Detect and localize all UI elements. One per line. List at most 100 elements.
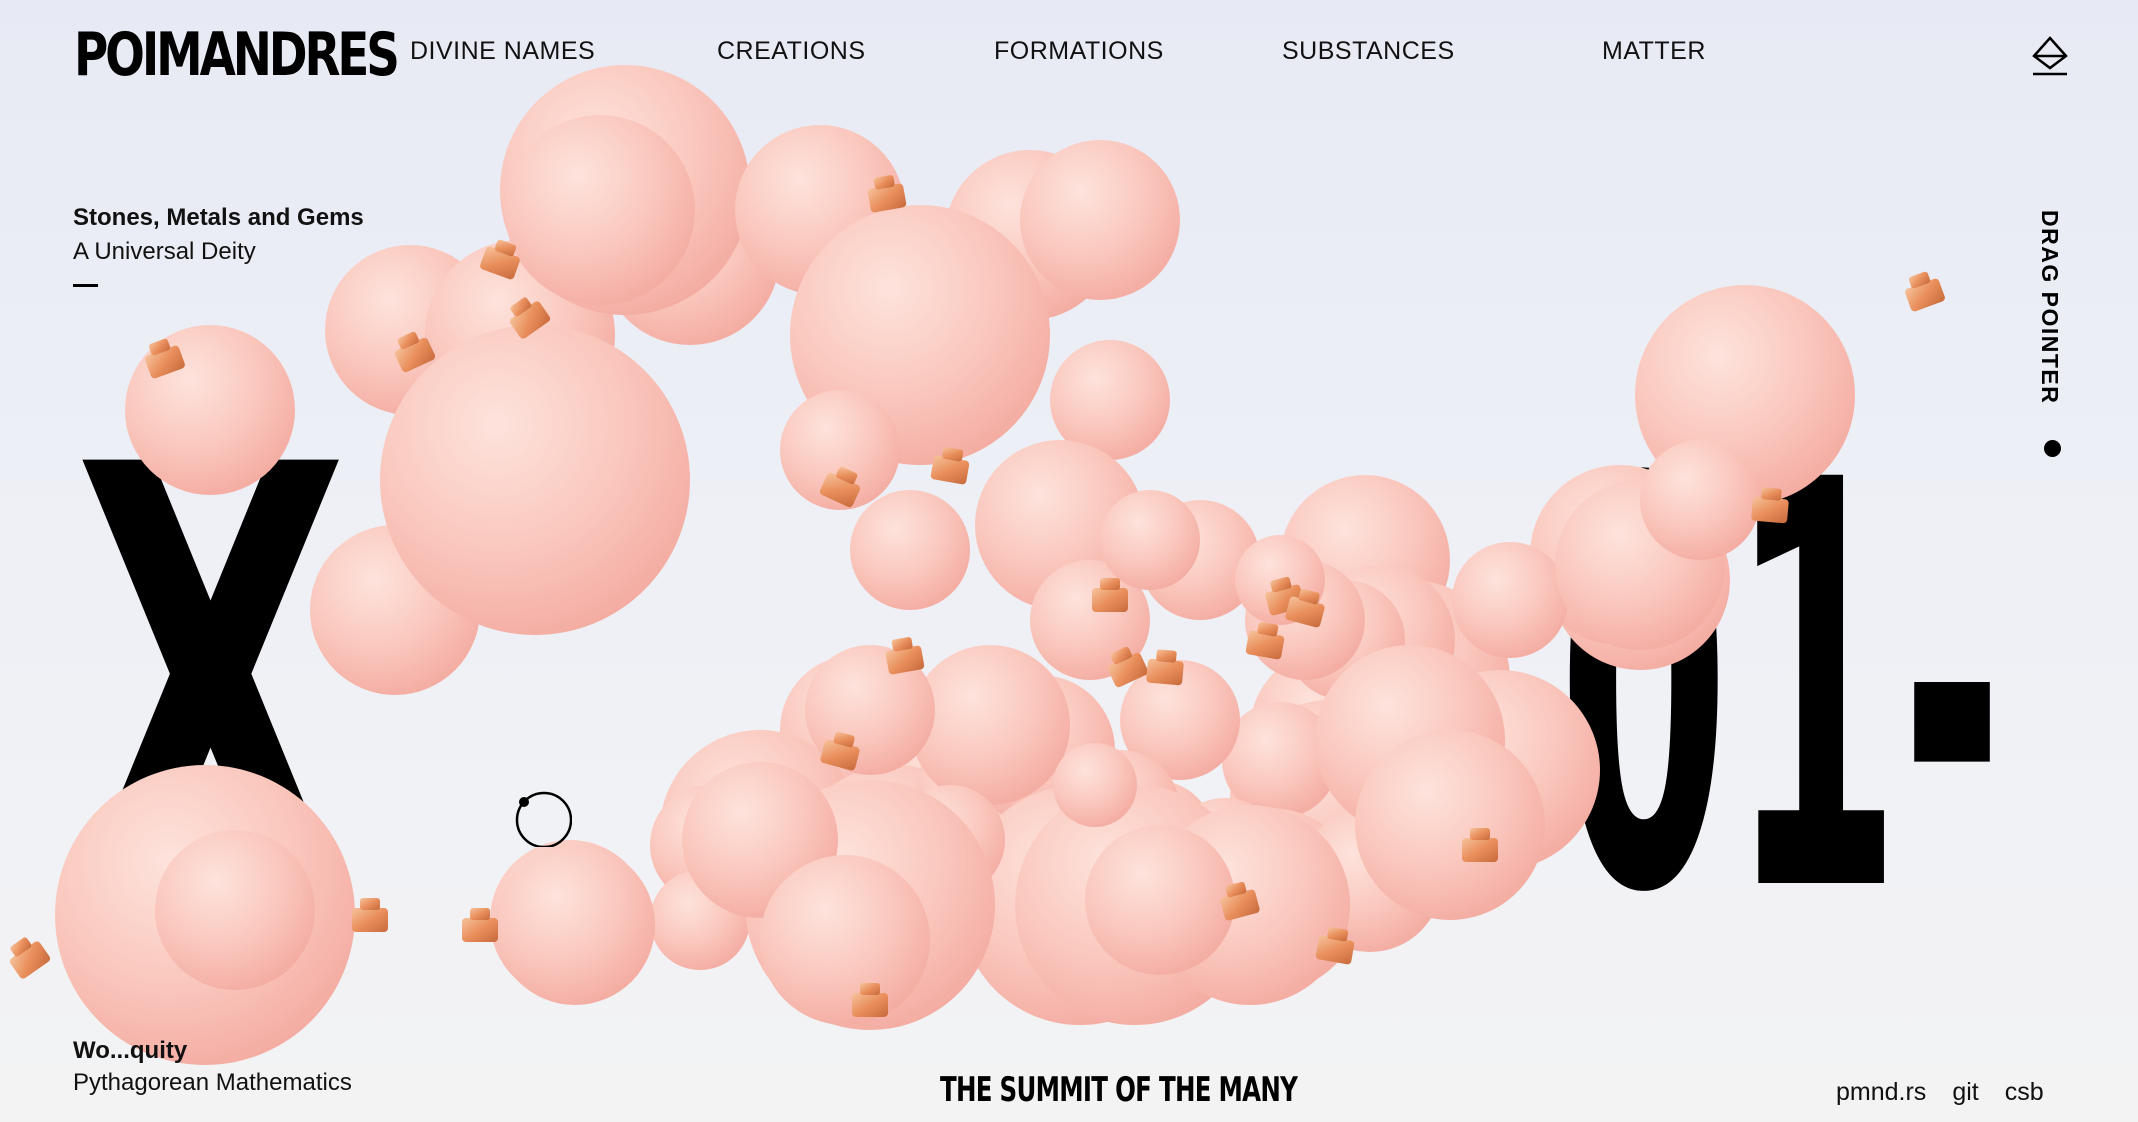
ornament-cap [867, 175, 907, 213]
orb [940, 760, 1060, 880]
footer-left: Wo...quity Pythagorean Mathematics [73, 1035, 352, 1099]
orb [1245, 560, 1365, 680]
ornament-cap [1285, 588, 1325, 628]
ornament-cap [1905, 271, 1945, 312]
ornament-cap [462, 908, 498, 942]
orb [960, 785, 1200, 1025]
orb [495, 845, 655, 1005]
ornament-cap [1107, 646, 1149, 688]
ornament-cap [480, 239, 520, 280]
link-csb[interactable]: csb [2005, 1078, 2044, 1107]
orb [1030, 560, 1150, 680]
orb [650, 870, 750, 970]
orb [1230, 700, 1430, 900]
ornament-cap [930, 447, 970, 485]
intro-title: Stones, Metals and Gems [73, 204, 364, 231]
orb [380, 325, 690, 635]
ornament-cap [852, 983, 888, 1017]
orb [1015, 785, 1255, 1025]
orb [805, 645, 935, 775]
orb [780, 655, 930, 805]
ornament-cap [819, 466, 861, 508]
orb [745, 780, 995, 1030]
orb [1315, 645, 1505, 835]
nav-formations[interactable]: FORMATIONS [994, 36, 1164, 66]
orb [910, 645, 1070, 805]
ornament-cap [1146, 649, 1184, 686]
orb [760, 855, 930, 1025]
orb [1085, 825, 1235, 975]
orb [735, 125, 905, 295]
ornament-cap [352, 898, 388, 932]
orb [1250, 650, 1410, 810]
orb [505, 115, 695, 305]
tagline: THE SUMMIT OF THE MANY [940, 1070, 1298, 1110]
orb [1163, 798, 1287, 922]
orb [600, 165, 780, 345]
ornament-cap [1245, 622, 1285, 660]
orb [938, 673, 1062, 797]
ornament-cap [394, 331, 436, 373]
nav-divine-names[interactable]: DIVINE NAMES [410, 36, 595, 66]
orb [1280, 475, 1450, 645]
nav-substances[interactable]: SUBSTANCES [1282, 36, 1455, 66]
orb [1100, 490, 1200, 590]
orb [1095, 780, 1215, 900]
orb [1140, 500, 1260, 620]
orb [915, 720, 1065, 870]
orb [962, 762, 1078, 878]
orb [1050, 340, 1170, 460]
orb [850, 490, 970, 610]
orb [1298, 808, 1442, 952]
orb [880, 720, 1000, 840]
intro-subtitle: A Universal Deity [73, 238, 256, 265]
orb [1452, 542, 1568, 658]
ornament-cap [1265, 576, 1305, 616]
orb [1355, 730, 1545, 920]
orb [1285, 580, 1405, 700]
intro-block: Stones, Metals and Gems A Universal Deit… [73, 202, 364, 287]
ornament-cap [1315, 927, 1355, 965]
orb [1178, 808, 1362, 992]
diamond-icon[interactable] [2030, 36, 2070, 76]
orb [1222, 702, 1338, 818]
pointer-dot[interactable] [2044, 440, 2061, 457]
drag-pointer-label: DRAG POINTER [2037, 210, 2063, 405]
ornament-cap [1092, 578, 1128, 612]
orb [1305, 565, 1455, 715]
orb [1230, 755, 1400, 925]
orb [790, 205, 1050, 465]
orb [490, 840, 650, 1000]
footer-links: pmnd.rs git csb [1836, 1078, 2044, 1107]
orb [1235, 535, 1325, 625]
ornament-cap [509, 297, 551, 339]
ornament-cap [885, 637, 925, 675]
orb [965, 675, 1115, 825]
orb [1060, 750, 1180, 870]
nav-creations[interactable]: CREATIONS [717, 36, 866, 66]
orb [1340, 670, 1520, 850]
orb [780, 390, 900, 510]
cursor-ring [515, 791, 572, 847]
ornament-cap [820, 731, 860, 771]
ornament-cap [1462, 828, 1498, 862]
intro-divider [73, 284, 98, 287]
display-counter: 01- [1558, 364, 2004, 1016]
nav-matter[interactable]: MATTER [1602, 36, 1706, 66]
ornament-cap [1220, 881, 1260, 921]
logo[interactable]: POIMANDRES [74, 20, 400, 90]
orb [975, 440, 1145, 610]
footer-title: Wo...quity [73, 1037, 188, 1064]
orb [1120, 660, 1240, 780]
link-pmndrs[interactable]: pmnd.rs [1836, 1078, 1926, 1107]
orb [682, 762, 838, 918]
orb [1020, 140, 1180, 300]
orb [790, 765, 1000, 975]
link-git[interactable]: git [1952, 1078, 1978, 1107]
orb [650, 785, 770, 905]
orb [425, 240, 615, 430]
orb [1310, 580, 1510, 780]
orb [1150, 805, 1350, 1005]
orb [945, 150, 1115, 320]
footer-subtitle: Pythagorean Mathematics [73, 1069, 352, 1096]
